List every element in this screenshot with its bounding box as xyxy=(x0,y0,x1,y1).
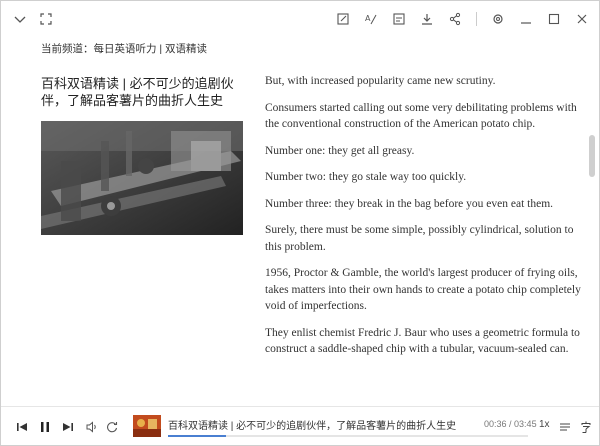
track-thumbnail xyxy=(133,415,161,437)
toolbar-divider xyxy=(476,12,477,26)
chevron-down-icon[interactable] xyxy=(13,12,27,26)
article-info: 百科双语精读 | 必不可少的追剧伙伴，了解品客薯片的曲折人生史 xyxy=(41,75,245,235)
edit-icon[interactable] xyxy=(336,12,350,26)
channel-name[interactable]: 每日英语听力 | 双语精读 xyxy=(94,41,208,56)
time-display: 00:36 / 03:45 xyxy=(484,419,537,429)
fullscreen-icon[interactable] xyxy=(39,12,53,26)
playlist-icon xyxy=(558,420,572,434)
transcript-paragraph: Number one: they get all greasy. xyxy=(265,144,415,157)
app-window: A 当前频道： 每日英语听力 | 双语精读 百科双语精读 | 必不可少的追剧伙伴… xyxy=(0,0,600,446)
skip-back-icon xyxy=(15,420,29,434)
total-time: 03:45 xyxy=(514,419,537,429)
title-bar: A xyxy=(1,1,599,37)
time-separator: / xyxy=(506,419,515,429)
scrollbar-thumb[interactable] xyxy=(589,135,595,177)
transcript: But, with increased popularity came new … xyxy=(265,73,585,403)
gear-icon[interactable] xyxy=(491,12,505,26)
previous-button[interactable] xyxy=(15,407,29,446)
close-icon[interactable] xyxy=(575,12,589,26)
pause-icon xyxy=(38,420,52,434)
pause-button[interactable] xyxy=(38,407,52,446)
player-bar: 百科双语精读 | 必不可少的追剧伙伴，了解品客薯片的曲折人生史 00:36 / … xyxy=(1,406,599,445)
progress-bar[interactable] xyxy=(168,435,528,437)
translate-icon[interactable]: A xyxy=(364,12,378,26)
transcript-paragraph: Consumers started calling out some very … xyxy=(265,101,577,131)
playlist-button[interactable] xyxy=(558,407,572,446)
current-time: 00:36 xyxy=(484,419,507,429)
note-icon[interactable] xyxy=(392,12,406,26)
subtitle-icon xyxy=(579,420,593,434)
minimize-icon[interactable] xyxy=(519,12,533,26)
channel-label: 当前频道： xyxy=(41,43,94,55)
volume-icon xyxy=(85,420,99,434)
transcript-paragraph: Number two: they go stale way too quickl… xyxy=(265,171,467,183)
transcript-paragraph: Number three: they break in the bag befo… xyxy=(265,197,554,210)
skip-forward-icon xyxy=(61,420,75,434)
maximize-icon[interactable] xyxy=(547,12,561,26)
repeat-icon xyxy=(105,420,119,434)
article-image xyxy=(41,121,243,235)
progress-fill xyxy=(168,435,226,437)
transcript-paragraph: They enlist chemist Fredric J. Baur who … xyxy=(265,326,580,356)
next-button[interactable] xyxy=(61,407,75,446)
volume-button[interactable] xyxy=(85,407,99,446)
current-channel: 当前频道： 每日英语听力 | 双语精读 xyxy=(41,41,207,56)
transcript-paragraph: 1956, Proctor & Gamble, the world's larg… xyxy=(265,267,581,312)
download-icon[interactable] xyxy=(420,12,434,26)
transcript-paragraph: But, with increased popularity came new … xyxy=(265,75,496,87)
track-title: 百科双语精读 | 必不可少的追剧伙伴，了解品客薯片的曲折人生史 xyxy=(168,421,457,432)
transcript-paragraph: Surely, there must be some simple, possi… xyxy=(265,224,574,253)
subtitle-button[interactable] xyxy=(579,407,593,446)
share-icon[interactable] xyxy=(448,12,462,26)
repeat-button[interactable] xyxy=(105,407,119,446)
article-title: 百科双语精读 | 必不可少的追剧伙伴，了解品客薯片的曲折人生史 xyxy=(41,76,234,108)
playback-speed-button[interactable]: 1x xyxy=(539,419,550,430)
svg-text:A: A xyxy=(365,14,371,23)
